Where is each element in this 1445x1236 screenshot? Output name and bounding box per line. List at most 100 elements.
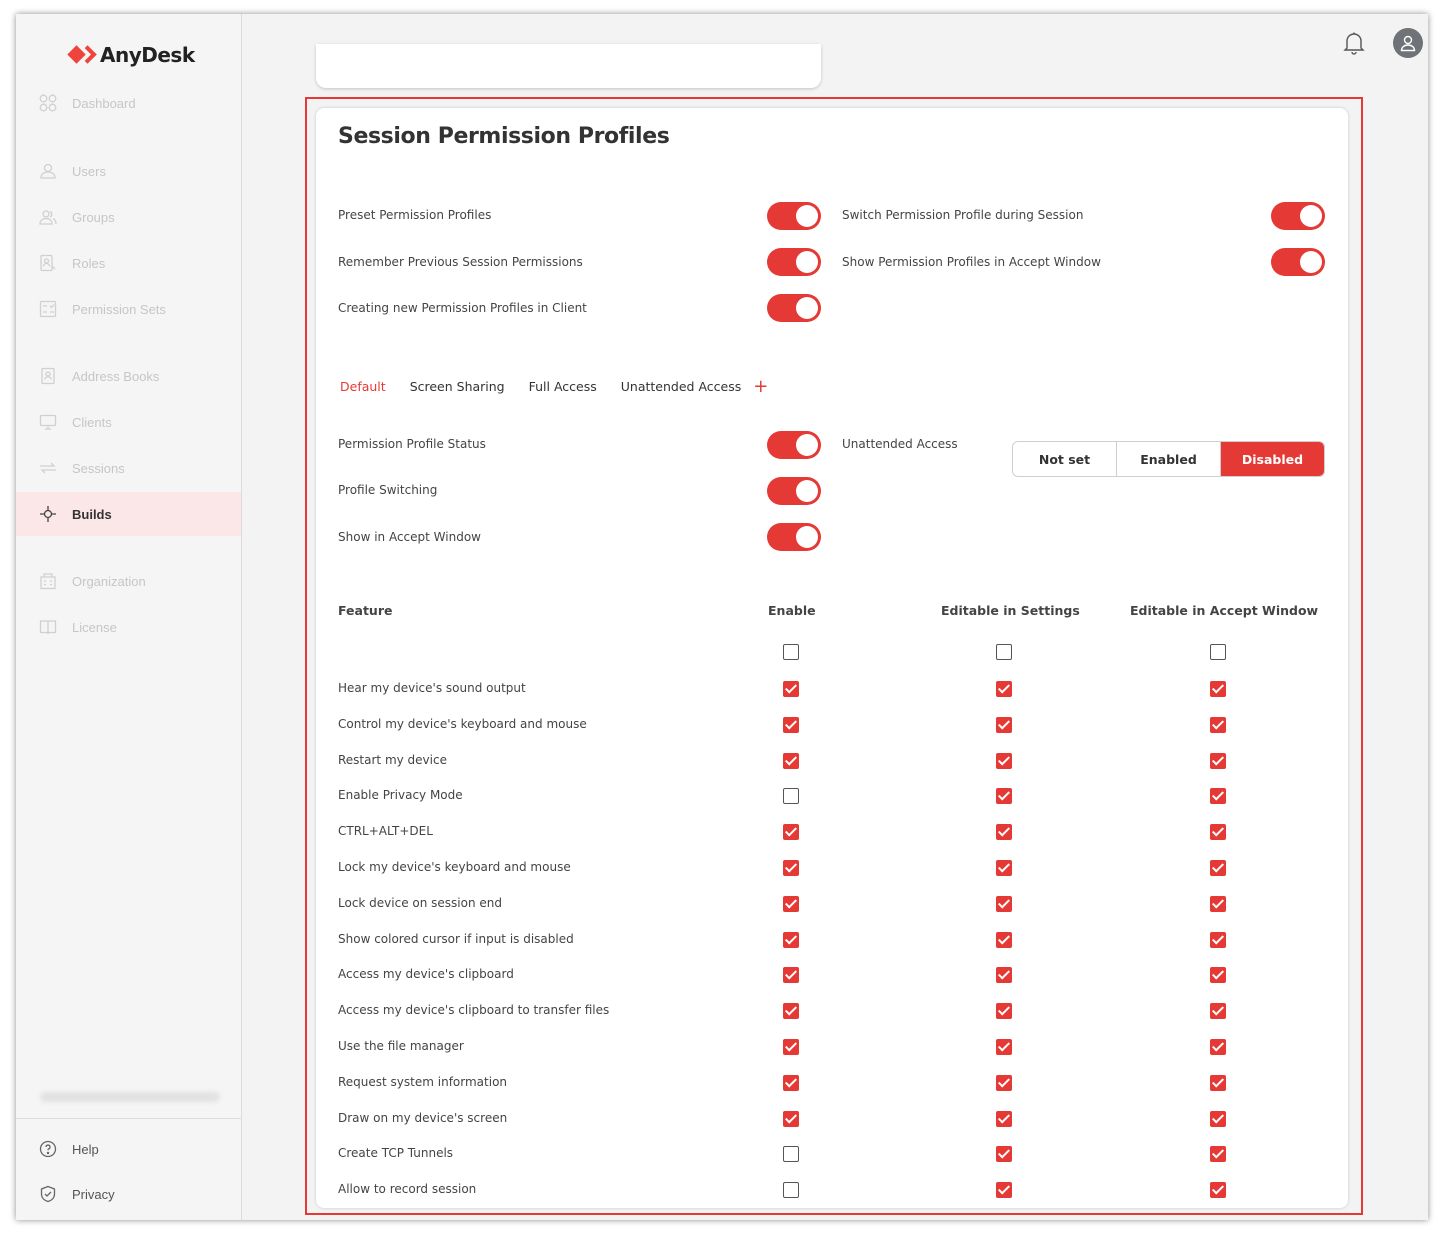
editable-settings-checkbox[interactable] [996,931,1012,948]
sidebar-item-dashboard[interactable]: Dashboard [16,81,241,125]
editable-accept-checkbox[interactable] [1210,681,1226,697]
editable-settings-checkbox[interactable] [996,1039,1012,1055]
permission-profile-status-label: Permission Profile Status [338,437,486,451]
sidebar-item-help[interactable]: Help [16,1127,241,1171]
create-profiles-in-client-label: Creating new Permission Profiles in Clie… [338,301,587,315]
enable-checkbox[interactable] [783,824,799,841]
select-all-editable-accept-checkbox[interactable] [1210,644,1226,660]
show-profiles-accept-window-toggle[interactable] [1271,248,1325,276]
editable-accept-checkbox[interactable] [1210,860,1226,876]
editable-settings-checkbox[interactable] [996,967,1012,984]
sidebar-item-groups[interactable]: Groups [16,195,241,239]
editable-settings-checkbox[interactable] [996,824,1012,841]
editable-settings-checkbox[interactable] [996,895,1012,912]
enable-checkbox[interactable] [783,752,799,769]
editable-settings-checkbox[interactable] [996,860,1012,876]
unattended-access-label: Unattended Access [842,437,958,451]
dashboard-icon [38,93,58,113]
sidebar-item-privacy[interactable]: Privacy [16,1172,241,1216]
sidebar-divider [16,1118,241,1119]
anydesk-logo[interactable]: AnyDesk [67,43,195,67]
editable-accept-checkbox[interactable] [1210,1182,1226,1199]
select-all-enable-checkbox[interactable] [783,644,799,660]
enable-checkbox[interactable] [783,1182,799,1199]
tab-screen-sharing[interactable]: Screen Sharing [410,379,505,394]
show-in-accept-window-toggle[interactable] [767,523,821,551]
editable-accept-checkbox[interactable] [1210,788,1226,805]
option-enabled[interactable]: Enabled [1117,442,1221,476]
add-tab-plus-icon[interactable]: + [753,376,768,397]
editable-settings-checkbox[interactable] [996,1146,1012,1163]
editable-accept-checkbox[interactable] [1210,895,1226,912]
editable-accept-checkbox[interactable] [1210,1146,1226,1163]
editable-accept-checkbox[interactable] [1210,931,1226,948]
select-all-editable-settings-checkbox[interactable] [996,644,1012,660]
sidebar-item-license[interactable]: License [16,605,241,649]
editable-accept-checkbox[interactable] [1210,1074,1226,1091]
sidebar-item-address-books[interactable]: Address Books [16,354,241,398]
editable-accept-checkbox[interactable] [1210,1039,1226,1055]
group-icon [38,207,58,227]
option-not-set[interactable]: Not set [1013,442,1117,476]
editable-settings-checkbox[interactable] [996,716,1012,733]
enable-checkbox[interactable] [783,895,799,912]
feature-name: Use the file manager [338,1039,464,1053]
sidebar-item-permission-sets[interactable]: Permission Sets [16,287,241,331]
option-disabled[interactable]: Disabled [1221,442,1324,476]
sidebar: AnyDesk Dashboard Users Groups Roles Per… [16,14,242,1220]
enable-checkbox[interactable] [783,1074,799,1091]
editable-accept-checkbox[interactable] [1210,824,1226,841]
enable-checkbox[interactable] [783,931,799,948]
table-row: Access my device's clipboard to transfer… [316,996,1348,1026]
editable-settings-checkbox[interactable] [996,1074,1012,1091]
account-icon[interactable] [1393,28,1423,58]
profile-tabs: Default Screen Sharing Full Access Unatt… [340,376,768,397]
sidebar-item-roles[interactable]: Roles [16,241,241,285]
editable-settings-checkbox[interactable] [996,1003,1012,1020]
previous-section-card [316,44,821,88]
enable-checkbox[interactable] [783,967,799,984]
tab-unattended-access[interactable]: Unattended Access [621,379,741,394]
session-permission-profiles-card: Session Permission Profiles Preset Permi… [316,108,1348,1208]
preset-permission-profiles-toggle[interactable] [767,202,821,230]
table-row: Request system information [316,1068,1348,1098]
enable-checkbox[interactable] [783,860,799,876]
profile-switching-toggle[interactable] [767,477,821,505]
sidebar-item-label: Clients [72,414,112,430]
editable-accept-checkbox[interactable] [1210,752,1226,769]
enable-checkbox[interactable] [783,1146,799,1163]
sidebar-item-clients[interactable]: Clients [16,400,241,444]
switch-profile-during-session-toggle[interactable] [1271,202,1325,230]
sidebar-item-sessions[interactable]: Sessions [16,446,241,490]
enable-checkbox[interactable] [783,1003,799,1020]
editable-settings-checkbox[interactable] [996,788,1012,805]
permission-profile-status-toggle[interactable] [767,431,821,459]
table-row: Lock my device's keyboard and mouse [316,853,1348,883]
sidebar-item-builds[interactable]: Builds [16,492,241,536]
editable-accept-checkbox[interactable] [1210,716,1226,733]
bell-icon[interactable] [1341,30,1367,56]
sidebar-item-users[interactable]: Users [16,149,241,193]
enable-checkbox[interactable] [783,1039,799,1055]
feature-name: Control my device's keyboard and mouse [338,716,587,731]
editable-settings-checkbox[interactable] [996,681,1012,697]
enable-checkbox[interactable] [783,716,799,733]
create-profiles-in-client-toggle[interactable] [767,294,821,322]
feature-name: Access my device's clipboard to transfer… [338,1003,610,1018]
enable-checkbox[interactable] [783,681,799,697]
editable-settings-column-header: Editable in Settings [941,603,1080,618]
editable-settings-checkbox[interactable] [996,752,1012,769]
editable-settings-checkbox[interactable] [996,1182,1012,1199]
editable-settings-checkbox[interactable] [996,1110,1012,1127]
enable-checkbox[interactable] [783,1110,799,1127]
remember-session-permissions-toggle[interactable] [767,248,821,276]
sidebar-item-label: Dashboard [72,95,136,111]
tab-full-access[interactable]: Full Access [529,379,597,394]
editable-accept-checkbox[interactable] [1210,1003,1226,1020]
editable-accept-checkbox[interactable] [1210,967,1226,984]
enable-checkbox[interactable] [783,788,799,805]
feature-name: Show colored cursor if input is disabled [338,931,574,946]
sidebar-item-organization[interactable]: Organization [16,559,241,603]
tab-default[interactable]: Default [340,379,386,394]
editable-accept-checkbox[interactable] [1210,1110,1226,1127]
